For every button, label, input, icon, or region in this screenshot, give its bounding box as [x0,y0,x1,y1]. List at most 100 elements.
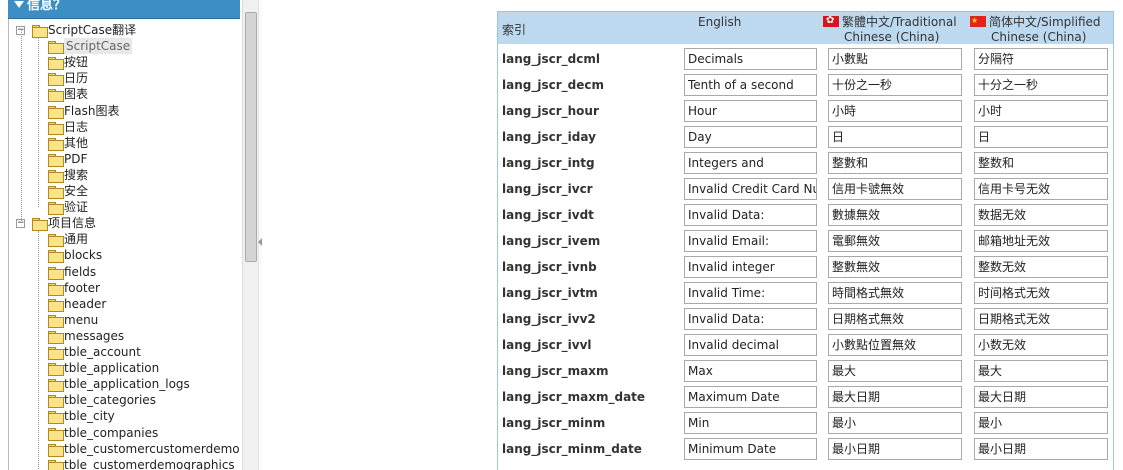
english-text-field[interactable]: Invalid integer [684,256,817,278]
tree-item[interactable]: header [48,296,106,312]
tree-item[interactable]: menu [48,312,98,328]
tree-item[interactable]: messages [48,328,124,344]
tree-connector-line [38,231,39,470]
scrollbar-thumb[interactable] [245,12,257,262]
tree-item[interactable]: footer [48,280,100,296]
folder-icon [48,169,64,183]
folder-icon [48,411,64,425]
simplified-chinese-text-field[interactable]: 最大日期 [974,386,1108,408]
tree-item[interactable]: 其他 [48,135,88,151]
folder-icon [48,443,64,457]
traditional-chinese-text-field[interactable]: 數據無效 [828,204,962,226]
english-text-field[interactable]: Decimals [684,48,817,70]
tree-item[interactable]: tble_account [48,344,141,360]
simplified-chinese-text-field[interactable]: 日 [974,126,1108,148]
translation-key: lang_jscr_ivvl [502,338,592,352]
tree-item[interactable]: 安全 [48,183,88,199]
translation-key: lang_jscr_ivem [502,234,601,248]
tree-item[interactable]: 按钮 [48,54,89,71]
english-text-field[interactable]: Hour [684,100,817,122]
english-text-field[interactable]: Invalid decimal [684,334,817,356]
simplified-chinese-text-field[interactable]: 十分之一秒 [974,74,1108,96]
traditional-chinese-text-field[interactable]: 最大日期 [828,386,962,408]
english-text-field[interactable]: Minimum Date [684,438,817,460]
tree-item[interactable]: 验证 [48,199,88,216]
traditional-chinese-text-field[interactable]: 日期格式無效 [828,308,962,330]
english-text-field[interactable]: Invalid Time: [684,282,817,304]
simplified-chinese-text-field[interactable]: 邮箱地址无效 [974,230,1108,252]
english-text-field[interactable]: Max [684,360,817,382]
english-text-field[interactable]: Maximum Date [684,386,817,408]
english-text-field[interactable]: Tenth of a second [684,74,817,96]
tree-item[interactable]: Flash图表 [48,103,119,119]
simplified-chinese-text-field[interactable]: 数据无效 [974,204,1108,226]
china-flag-icon [970,13,986,28]
simplified-chinese-text-field[interactable]: 日期格式无效 [974,308,1108,330]
traditional-chinese-text-field[interactable]: 電郵無效 [828,230,962,252]
english-text-field[interactable]: Min [684,412,817,434]
column-header-english: English [698,15,742,29]
simplified-chinese-text-field[interactable]: 分隔符 [974,48,1108,70]
tree-group-node[interactable]: − ScriptCase翻译 [16,22,136,38]
simplified-chinese-text-field[interactable]: 小数无效 [974,334,1108,356]
panel-header[interactable]: 信息？ [8,0,240,19]
traditional-chinese-text-field[interactable]: 信用卡號無效 [828,178,962,200]
traditional-chinese-text-field[interactable]: 小數點位置無效 [828,334,962,356]
tree-item[interactable]: tble_city [48,408,115,425]
tree-item[interactable]: tble_customerdemographics [48,457,235,470]
english-text-field[interactable]: Invalid Data: [684,204,817,226]
simplified-chinese-text-field[interactable]: 小时 [974,100,1108,122]
traditional-chinese-text-field[interactable]: 整數和 [828,152,962,174]
tree-item-label: 按钮 [64,55,89,70]
english-text-field[interactable]: Invalid Data: [684,308,817,330]
tree-view: − ScriptCase翻译 ScriptCase 按钮 日历 图表 Flash图表 日志 其他… [8,20,240,470]
tree-item-label: tble_account [64,345,141,359]
simplified-chinese-text-field[interactable]: 时间格式无效 [974,282,1108,304]
tree-group-node[interactable]: − 项目信息 [16,215,96,232]
traditional-chinese-text-field[interactable]: 整數無效 [828,256,962,278]
tree-item[interactable]: tble_categories [48,392,156,409]
tree-item[interactable]: 搜索 [48,167,88,183]
folder-icon [48,395,64,409]
simplified-chinese-text-field[interactable]: 信用卡号无效 [974,178,1108,200]
table-row: lang_jscr_maxm Max 最大 最大 [498,358,1113,384]
tree-item[interactable]: tble_application_logs [48,376,190,393]
tree-item-label: menu [64,312,99,327]
tree-item[interactable]: tble_companies [48,425,158,441]
tree-item[interactable]: blocks [48,247,102,264]
traditional-chinese-text-field[interactable]: 小數點 [828,48,962,70]
traditional-chinese-text-field[interactable]: 最大 [828,360,962,382]
tree-item[interactable]: tble_application [48,360,159,377]
tree-scrollbar[interactable] [242,0,258,470]
translation-key: lang_jscr_maxm_date [502,390,646,404]
tree-item[interactable]: ScriptCase [48,38,133,55]
traditional-chinese-text-field[interactable]: 最小 [828,412,962,434]
tree-item[interactable]: 日志 [48,119,88,135]
traditional-chinese-text-field[interactable]: 小時 [828,100,962,122]
tree-item[interactable]: fields [48,264,96,280]
traditional-chinese-text-field[interactable]: 日 [828,126,962,148]
folder-icon [48,202,64,216]
english-text-field[interactable]: Integers and [684,152,817,174]
english-text-field[interactable]: Invalid Email: [684,230,817,252]
simplified-chinese-text-field[interactable]: 整数无效 [974,256,1108,278]
folder-icon [48,153,64,167]
traditional-chinese-text-field[interactable]: 時間格式無效 [828,282,962,304]
tree-item[interactable]: 日历 [48,70,88,87]
folder-icon [48,89,64,103]
tree-item[interactable]: 图表 [48,86,88,103]
tree-item[interactable]: tble_customercustomerdemo [48,441,240,457]
splitter-collapse-icon[interactable] [258,232,262,252]
simplified-chinese-text-field[interactable]: 最小 [974,412,1108,434]
collapse-arrow-icon[interactable] [14,1,24,8]
simplified-chinese-text-field[interactable]: 最大 [974,360,1108,382]
traditional-chinese-text-field[interactable]: 最小日期 [828,438,962,460]
tree-item[interactable]: PDF [48,151,87,167]
simplified-chinese-text-field[interactable]: 整数和 [974,152,1108,174]
english-text-field[interactable]: Invalid Credit Card Num [684,178,817,200]
english-text-field[interactable]: Day [684,126,817,148]
table-row: lang_jscr_iday Day 日日 [498,124,1113,150]
tree-item[interactable]: 通用 [48,231,88,248]
simplified-chinese-text-field[interactable]: 最小日期 [974,438,1108,460]
traditional-chinese-text-field[interactable]: 十份之一秒 [828,74,962,96]
